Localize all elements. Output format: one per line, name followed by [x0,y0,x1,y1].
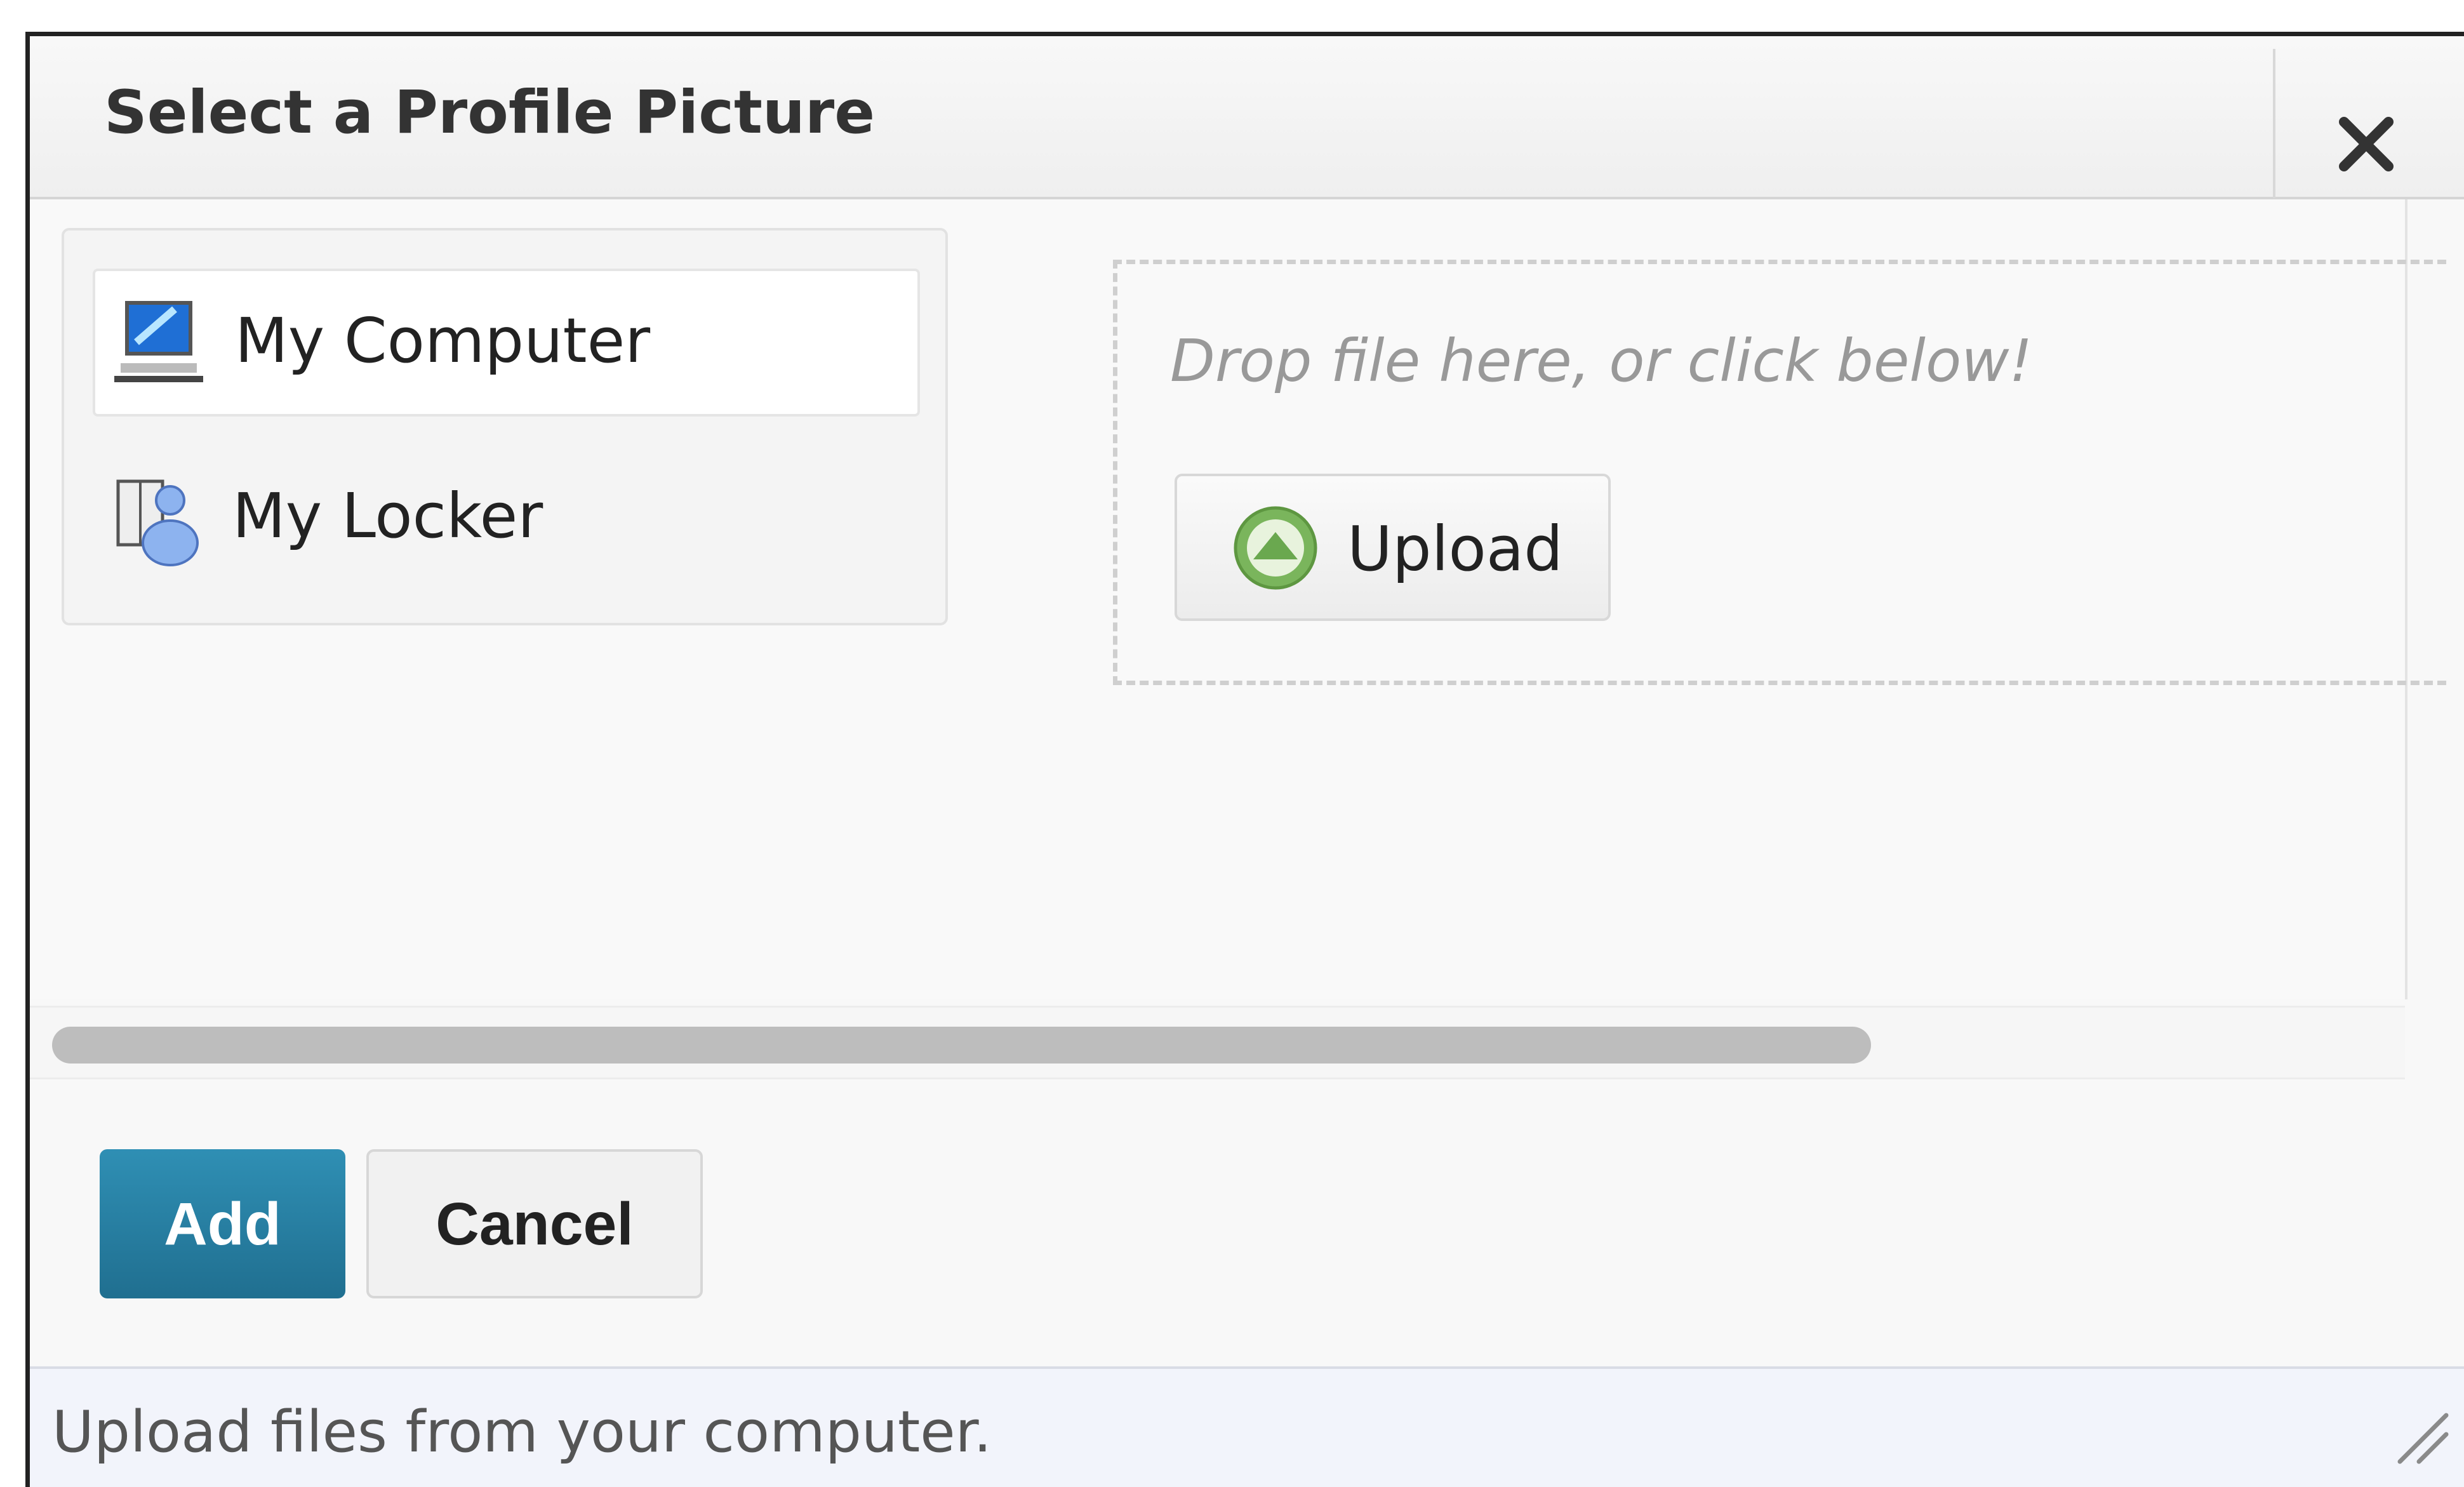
dialog-title: Select a Profile Picture [104,78,875,147]
resize-grip-icon[interactable] [2390,1406,2454,1469]
source-list: My Computer My Locker [62,228,948,625]
cancel-button[interactable]: Cancel [366,1149,703,1298]
source-my-locker[interactable]: My Locker [93,446,920,594]
locker-icon [116,479,199,566]
dialog-titlebar: Select a Profile Picture [30,36,2464,199]
upload-label: Upload [1347,513,1563,585]
computer-icon [114,301,203,382]
footer-help-text: Upload files from your computer. [52,1399,992,1465]
file-dropzone[interactable]: Drop file here, or click below! Upload [1113,260,2446,685]
dialog-content: My Computer My Locker Drop file here, or… [30,199,2446,999]
titlebar-divider [2273,49,2275,198]
scrollbar-thumb[interactable] [52,1027,1871,1064]
close-button[interactable] [2328,106,2404,182]
source-label: My Locker [232,480,543,552]
dialog-footer: Upload files from your computer. [30,1366,2464,1487]
dropzone-prompt: Drop file here, or click below! [1170,327,2033,395]
profile-picture-dialog: Select a Profile Picture My Computer My … [25,32,2464,1487]
close-icon [2339,117,2394,171]
upload-arrow-icon [1234,506,1317,590]
horizontal-scrollbar[interactable] [30,1006,2405,1079]
source-my-computer[interactable]: My Computer [93,269,920,417]
source-label: My Computer [235,305,651,377]
upload-button[interactable]: Upload [1175,474,1611,621]
add-button[interactable]: Add [100,1149,345,1298]
